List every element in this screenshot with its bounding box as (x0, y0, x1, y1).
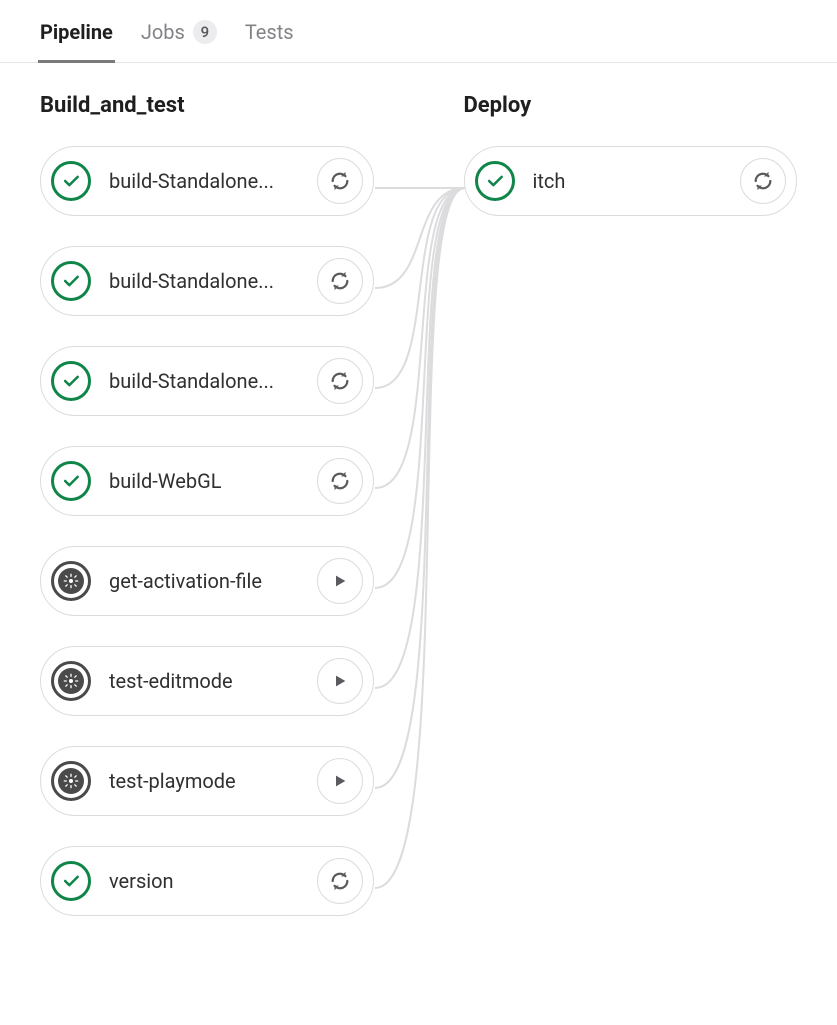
stage-build-and-test: Build_and_test build-Standalone... build… (40, 93, 374, 946)
job-name: test-editmode (109, 669, 317, 693)
retry-button[interactable] (740, 158, 786, 204)
retry-button[interactable] (317, 158, 363, 204)
jobs-count-badge: 9 (193, 20, 217, 44)
play-button[interactable] (317, 658, 363, 704)
job-name: test-playmode (109, 769, 317, 793)
play-icon (332, 572, 348, 590)
job-name: get-activation-file (109, 569, 317, 593)
tab-pipeline[interactable]: Pipeline (40, 20, 113, 62)
status-success-icon (51, 161, 91, 201)
job-card[interactable]: build-Standalone... (40, 346, 374, 416)
job-name: version (109, 869, 317, 893)
retry-icon (752, 170, 774, 192)
tab-label: Pipeline (40, 20, 113, 44)
play-icon (332, 672, 348, 690)
retry-icon (329, 470, 351, 492)
tab-bar: Pipeline Jobs 9 Tests (0, 0, 837, 63)
stage-title: Build_and_test (40, 93, 374, 118)
retry-icon (329, 370, 351, 392)
job-card[interactable]: get-activation-file (40, 546, 374, 616)
status-manual-icon (51, 561, 91, 601)
retry-button[interactable] (317, 458, 363, 504)
job-card[interactable]: test-playmode (40, 746, 374, 816)
status-success-icon (475, 161, 515, 201)
stage-title: Deploy (464, 93, 798, 118)
job-name: itch (533, 169, 741, 193)
retry-button[interactable] (317, 858, 363, 904)
status-manual-icon (51, 761, 91, 801)
job-name: build-Standalone... (109, 269, 317, 293)
job-card[interactable]: build-Standalone... (40, 246, 374, 316)
retry-button[interactable] (317, 358, 363, 404)
tab-tests[interactable]: Tests (245, 20, 294, 62)
status-success-icon (51, 861, 91, 901)
status-success-icon (51, 361, 91, 401)
play-icon (332, 772, 348, 790)
job-card[interactable]: itch (464, 146, 798, 216)
status-success-icon (51, 461, 91, 501)
status-success-icon (51, 261, 91, 301)
play-button[interactable] (317, 558, 363, 604)
retry-icon (329, 170, 351, 192)
retry-icon (329, 270, 351, 292)
status-manual-icon (51, 661, 91, 701)
job-name: build-WebGL (109, 469, 317, 493)
tab-label: Tests (245, 20, 294, 44)
job-card[interactable]: test-editmode (40, 646, 374, 716)
job-card[interactable]: build-Standalone... (40, 146, 374, 216)
job-name: build-Standalone... (109, 169, 317, 193)
play-button[interactable] (317, 758, 363, 804)
retry-icon (329, 870, 351, 892)
tab-label: Jobs (141, 20, 185, 44)
job-card[interactable]: version (40, 846, 374, 916)
pipeline-graph: Build_and_test build-Standalone... build… (0, 63, 837, 986)
job-name: build-Standalone... (109, 369, 317, 393)
job-card[interactable]: build-WebGL (40, 446, 374, 516)
stage-deploy: Deploy itch (464, 93, 798, 946)
retry-button[interactable] (317, 258, 363, 304)
tab-jobs[interactable]: Jobs 9 (141, 20, 217, 62)
